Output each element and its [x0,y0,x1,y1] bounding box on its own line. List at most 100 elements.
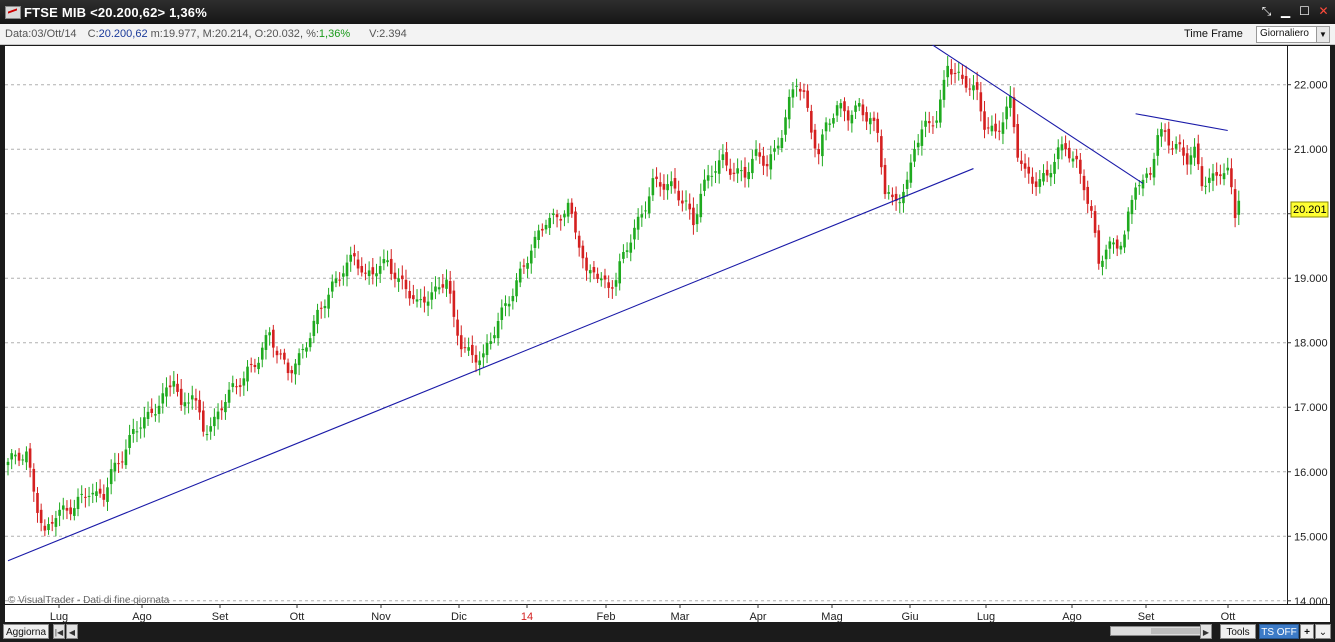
candle-up [382,259,386,264]
candle-up [651,178,655,196]
candle-down [452,290,456,317]
candle-down [150,408,154,413]
candle-up [323,306,327,309]
pct-label: %: [306,28,319,40]
pin-icon[interactable]: ⤡ [1259,4,1274,19]
add-button[interactable]: + [1300,624,1314,639]
candle-down [50,522,54,524]
candle-up [552,213,555,216]
candle-up [246,366,249,382]
candle-up [1042,173,1045,182]
close-button[interactable]: ✕ [1316,4,1331,19]
candle-down [1115,239,1119,249]
candle-down [813,129,817,149]
candle-down [1079,159,1082,174]
candle-down [371,267,375,275]
candle-down [743,166,747,178]
candle-down [596,273,599,279]
scroll-left-icon[interactable]: ◀ [66,624,78,639]
candle-down [574,211,577,233]
candle-up [504,303,507,306]
candle-up [670,181,673,187]
chevron-down-icon[interactable]: ⌄ [1315,624,1331,639]
candle-up [835,105,839,116]
candle-down [456,319,459,336]
last-price-value: 20.201 [1293,204,1327,216]
tools-button[interactable]: Tools [1220,624,1256,639]
candle-up [754,149,758,156]
candle-down [39,509,43,524]
candle-up [131,429,135,434]
candle-up [308,338,312,348]
candle-up [935,120,938,123]
candle-up [1226,167,1230,171]
candle-up [990,125,994,132]
y-tick-label: 17.000 [1294,402,1328,414]
x-tick-label: Ott [1221,611,1236,622]
candle-up [419,299,423,301]
candle-down [474,354,478,363]
candle-down [471,344,474,356]
candle-down [570,202,574,214]
time-frame-select[interactable]: Giornaliero ▼ [1256,26,1330,43]
candle-down [412,295,415,300]
candle-down [931,125,935,127]
candle-up [224,402,227,413]
maximize-button[interactable]: ☐ [1297,4,1312,19]
candle-up [920,129,924,146]
min-label: m: [150,28,163,40]
open-label: O: [254,28,267,40]
candle-up [128,435,131,448]
candle-up [297,353,301,366]
candle-up [622,252,625,259]
candle-up [1056,147,1060,160]
candle-down [168,385,172,388]
candle-down [861,104,865,116]
candle-down [950,69,953,75]
candle-down [1067,147,1071,159]
candle-up [529,250,533,264]
candle-up [887,192,891,194]
candle-down [986,127,990,129]
open-value: 20.032 [266,28,300,40]
candle-down [408,290,411,299]
candle-down [876,118,879,133]
ts-off-button[interactable]: TS OFF [1259,624,1299,639]
candle-down [658,182,662,187]
candle-up [913,148,916,162]
candle-up [294,363,297,375]
candle-down [202,410,205,432]
x-tick-label: Lug [50,611,68,622]
candle-up [909,162,913,183]
price-chart[interactable]: 14.00015.00016.00017.00018.00019.00020.0… [0,45,1335,622]
scroll-right-icon[interactable]: ▶ [1200,624,1212,639]
candle-up [791,89,795,98]
candle-down [389,258,393,274]
candle-down [692,207,695,226]
candle-up [54,518,58,527]
candle-up [1009,95,1012,108]
candle-up [500,307,504,320]
candle-up [25,451,28,463]
volume-label: V: [369,28,380,40]
candle-down [69,507,72,515]
y-tick-label: 21.000 [1294,144,1328,156]
candle-up [614,280,618,287]
candle-down [194,398,198,401]
candle-up [563,214,566,218]
aggiorna-button[interactable]: Aggiorna [3,624,49,639]
candle-up [832,118,835,124]
x-tick-label: Giu [901,611,918,622]
candle-up [515,280,518,297]
chart-scrollbar[interactable] [1110,626,1210,636]
candle-down [1097,230,1101,264]
dropdown-arrow-icon[interactable]: ▼ [1316,27,1329,42]
minimize-button[interactable]: ▁ [1278,4,1293,19]
candle-down [1064,143,1067,150]
candle-up [430,292,434,300]
scrollbar-thumb[interactable] [1151,628,1201,634]
candle-up [629,242,633,253]
candle-up [437,287,441,290]
scroll-first-icon[interactable]: |◀ [53,624,65,639]
candle-down [286,362,290,374]
